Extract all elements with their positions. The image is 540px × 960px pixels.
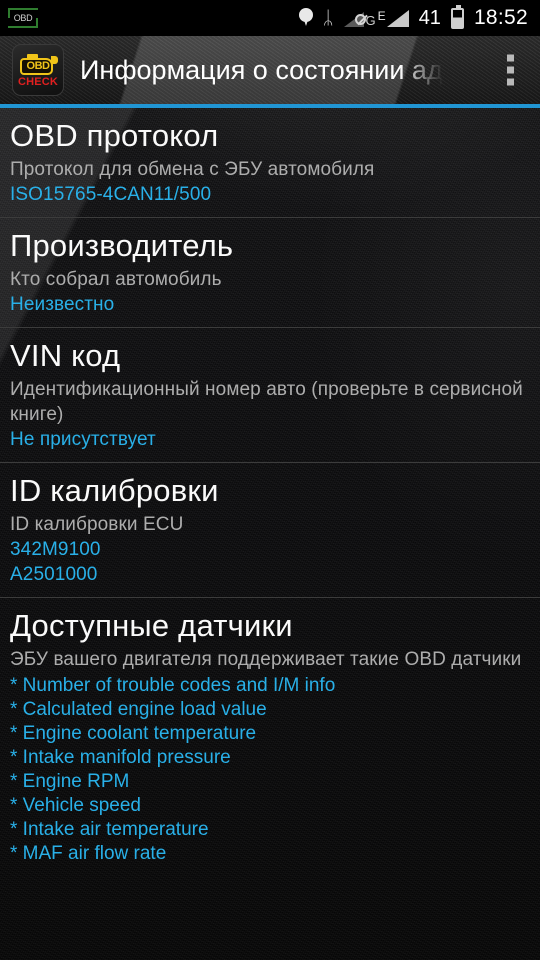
sensor-list-item: * Intake air temperature [10, 819, 209, 840]
list-item[interactable]: Производитель Кто собрал автомобиль Неиз… [0, 217, 540, 327]
obd-check-engine-icon[interactable]: OBD CHECK [12, 44, 64, 96]
section-value: ISO15765-4CAN11/500 [10, 184, 212, 205]
status-bar: OBD ᛦ G E 41 18:52 [0, 0, 540, 36]
sensor-list-item: * Intake manifold pressure [10, 747, 231, 768]
obd-notification-label: OBD [13, 13, 33, 23]
overflow-menu-icon[interactable] [501, 49, 520, 92]
section-title: Производитель [10, 228, 234, 263]
section-value: A2501000 [10, 564, 98, 585]
battery-icon [450, 4, 464, 29]
list-item[interactable]: OBD протокол Протокол для обмена с ЭБУ а… [0, 108, 540, 217]
edge-signal-icon [386, 9, 409, 27]
sensor-list-item: * Vehicle speed [10, 795, 141, 816]
section-title: Доступные датчики [10, 608, 293, 643]
mobile-data-blocked-icon [343, 11, 366, 27]
section-title: ID калибровки [10, 473, 219, 508]
app-screen: OBD ᛦ G E 41 18:52 OBD CHECK Информация … [0, 0, 540, 960]
sensor-list-item: * Calculated engine load value [10, 699, 267, 720]
obd-notification-icon: OBD [8, 8, 38, 28]
section-value: 342M9100 [10, 539, 101, 560]
section-value: Неизвестно [10, 294, 115, 315]
app-icon-obd-label: OBD [26, 60, 50, 72]
section-description: Кто собрал автомобиль [10, 269, 222, 290]
clock-label: 18:52 [473, 6, 528, 29]
section-description: Идентификационный номер авто (проверьте … [10, 379, 523, 425]
section-title: OBD протокол [10, 118, 219, 153]
page-title: Информация о состоянии ад [80, 54, 443, 85]
action-bar: OBD CHECK Информация о состоянии ад [0, 36, 540, 104]
battery-percent-label: 41 [418, 6, 441, 29]
status-bar-left: OBD [0, 8, 38, 28]
list-item[interactable]: ID калибровки ID калибровки ECU 342M9100… [0, 462, 540, 597]
section-title: VIN код [10, 338, 121, 373]
section-value: Не присутствует [10, 429, 156, 450]
network-type-e-label: E [377, 8, 386, 23]
engine-glyph: OBD [18, 54, 58, 76]
sensor-list-item: * Engine RPM [10, 771, 130, 792]
sensor-list-item: * MAF air flow rate [10, 843, 167, 864]
section-description: Протокол для обмена с ЭБУ автомобиля [10, 159, 375, 180]
list-item[interactable]: VIN код Идентификационный номер авто (пр… [0, 327, 540, 462]
list-item[interactable]: Доступные датчики ЭБУ вашего двигателя п… [0, 597, 540, 876]
supported-sensor-list: * Number of trouble codes and I/M info * … [10, 674, 530, 866]
location-pin-icon [298, 8, 313, 28]
info-list[interactable]: OBD протокол Протокол для обмена с ЭБУ а… [0, 108, 540, 960]
status-bar-right: ᛦ G E 41 18:52 [298, 4, 540, 30]
accent-divider [0, 104, 540, 108]
sensor-list-item: * Engine coolant temperature [10, 723, 257, 744]
section-description: ID калибровки ECU [10, 514, 184, 535]
sensor-list-item: * Number of trouble codes and I/M info [10, 675, 336, 696]
signal-group: G E [343, 8, 409, 27]
app-icon-check-label: CHECK [17, 76, 59, 88]
section-description: ЭБУ вашего двигателя поддерживает такие … [10, 649, 522, 670]
bluetooth-icon: ᛦ [322, 8, 334, 28]
